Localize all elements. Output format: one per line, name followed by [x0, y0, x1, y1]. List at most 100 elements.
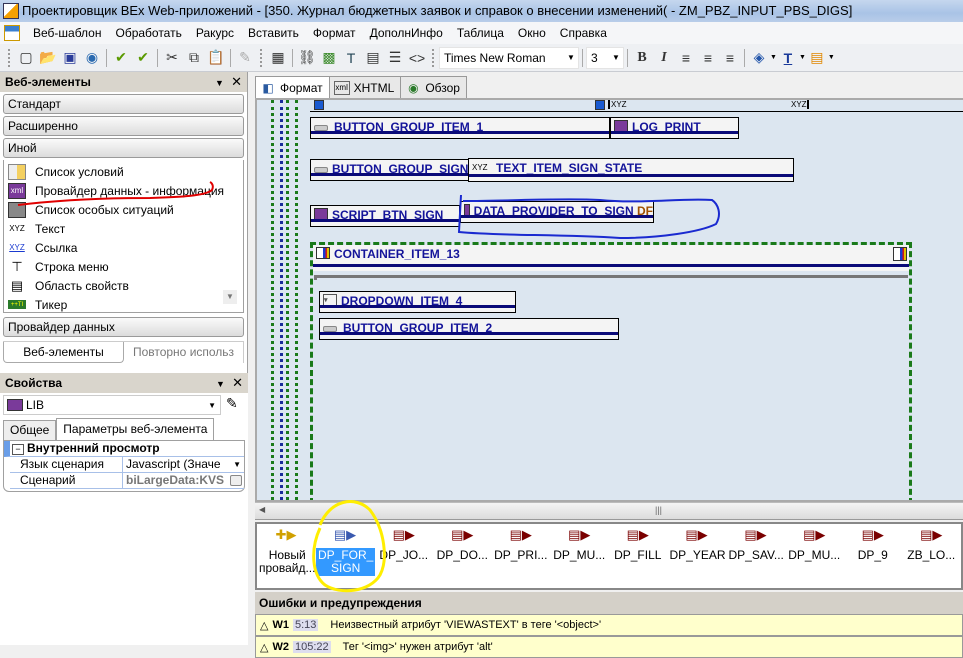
- provider-item[interactable]: ▤▶ DP_MU...: [551, 528, 609, 588]
- provider-item[interactable]: ▤▶ DP_FOR_ SIGN: [316, 528, 376, 588]
- menu-window[interactable]: Окно: [511, 22, 553, 44]
- container-item-13[interactable]: CONTAINER_ITEM_13 ▾ DROPDOWN_ITEM_4 BUTTO…: [310, 242, 912, 500]
- warning-row[interactable]: △ W2 105:22 Тег '<img>' нужен атрибут 'a…: [255, 636, 963, 658]
- provider-item[interactable]: ▤▶ DP_SAV...: [727, 528, 785, 588]
- close-icon[interactable]: ✕: [232, 375, 243, 390]
- warning-position[interactable]: 105:22: [292, 641, 331, 653]
- menu-insert[interactable]: Вставить: [241, 22, 306, 44]
- web-item-button-group-2[interactable]: BUTTON_GROUP_ITEM_2: [319, 318, 619, 340]
- category-data-provider[interactable]: Провайдер данных: [3, 317, 244, 337]
- tab-overview[interactable]: ◉ Обзор: [400, 76, 467, 98]
- validate-icon[interactable]: ✎: [234, 47, 256, 69]
- container-header[interactable]: CONTAINER_ITEM_13: [313, 245, 909, 271]
- toolbar-grip[interactable]: [8, 48, 11, 67]
- list-item[interactable]: ▤ Область свойств: [4, 276, 243, 295]
- copy-icon[interactable]: ⧉: [183, 47, 205, 69]
- provider-item[interactable]: ▤▶ DP_JO...: [375, 528, 433, 588]
- property-row[interactable]: Язык сценария Javascript (Значе ▼: [10, 457, 244, 473]
- selected-element-combo[interactable]: LIB ▼: [3, 395, 221, 415]
- align-left-icon[interactable]: ≡: [675, 47, 697, 69]
- provider-item[interactable]: ▤▶ ZB_LO...: [903, 528, 961, 588]
- provider-item[interactable]: ▤▶ DP_FILL: [609, 528, 667, 588]
- provider-item[interactable]: ▤▶ DP_DO...: [434, 528, 492, 588]
- web-item-script-btn-sign[interactable]: SCRIPT_BTN_SIGN: [310, 205, 460, 227]
- provider-item[interactable]: ▤▶ DP_YEAR: [668, 528, 726, 588]
- list-item[interactable]: ++TI Тикер: [4, 295, 243, 314]
- list-item[interactable]: XYZ Ссылка: [4, 238, 243, 257]
- italic-icon[interactable]: I: [653, 47, 675, 69]
- frame-icon[interactable]: ▤: [362, 47, 384, 69]
- horizontal-scrollbar[interactable]: ◀ |||: [255, 502, 963, 520]
- ellipsis-button[interactable]: [230, 475, 242, 486]
- category-other[interactable]: Иной: [3, 138, 244, 158]
- menu-table[interactable]: Таблица: [450, 22, 511, 44]
- menu-web-template[interactable]: Веб-шаблон: [26, 22, 108, 44]
- web-item-dropdown-4[interactable]: ▾ DROPDOWN_ITEM_4: [319, 291, 516, 313]
- font-size-select[interactable]: 3 ▼: [586, 46, 624, 69]
- check-icon[interactable]: ✔: [110, 47, 132, 69]
- toolbar-grip[interactable]: [260, 48, 263, 67]
- web-item-log-print[interactable]: LOG_PRINT: [610, 117, 739, 139]
- provider-item[interactable]: ▤▶ DP_PRI...: [492, 528, 550, 588]
- publish-icon[interactable]: ◉: [81, 47, 103, 69]
- panel-menu-icon[interactable]: ▼: [216, 379, 225, 389]
- list-item[interactable]: ⊤ Строка меню: [4, 257, 243, 276]
- tab-general[interactable]: Общее: [3, 420, 57, 440]
- warning-position[interactable]: 5:13: [292, 619, 319, 631]
- image-icon[interactable]: ▩: [318, 47, 340, 69]
- panel-menu-icon[interactable]: ▼: [215, 78, 224, 88]
- align-right-icon[interactable]: ≡: [719, 47, 741, 69]
- save-icon[interactable]: ▣: [59, 47, 81, 69]
- tab-xhtml[interactable]: xml XHTML: [328, 76, 402, 98]
- tab-web-elements[interactable]: Веб-элементы: [3, 342, 124, 363]
- list-item[interactable]: XYZ Текст: [4, 219, 243, 238]
- scroll-left-icon[interactable]: ◀: [259, 505, 265, 514]
- document-icon[interactable]: [4, 25, 20, 41]
- table-icon[interactable]: ▦: [267, 47, 289, 69]
- check-all-icon[interactable]: ✔: [132, 47, 154, 69]
- menu-view[interactable]: Ракурс: [189, 22, 241, 44]
- close-icon[interactable]: ✕: [231, 74, 242, 89]
- design-canvas[interactable]: XYZ XYZ BUTTON_GROUP_ITEM_1 LOG_PRINT BU…: [255, 98, 963, 502]
- scroll-thumb-grip[interactable]: |||: [655, 505, 662, 515]
- provider-new[interactable]: ✚▶ Новый провайд...: [257, 528, 315, 588]
- category-advanced[interactable]: Расширенно: [3, 116, 244, 136]
- list-item[interactable]: Список условий: [4, 162, 243, 181]
- property-group[interactable]: − Внутренний просмотр: [4, 441, 244, 457]
- tab-web-item-parameters[interactable]: Параметры веб-элемента: [56, 418, 215, 440]
- chevron-down-icon[interactable]: ▼: [799, 54, 806, 61]
- list-icon[interactable]: ☰: [384, 47, 406, 69]
- tab-reusable[interactable]: Повторно использ: [124, 342, 244, 363]
- menu-edit[interactable]: Обработать: [108, 22, 188, 44]
- web-item-text-sign-state[interactable]: XYZ TEXT_ITEM_SIGN_STATE: [468, 158, 794, 182]
- property-value-dropdown[interactable]: Javascript (Значе ▼: [123, 457, 244, 472]
- web-item-button-group-sign[interactable]: BUTTON_GROUP_SIGN: [310, 159, 469, 181]
- cut-icon[interactable]: ✂: [161, 47, 183, 69]
- bold-icon[interactable]: B: [631, 47, 653, 69]
- fill-color-icon[interactable]: ◈: [748, 47, 770, 69]
- provider-item[interactable]: ▤▶ DP_MU...: [786, 528, 844, 588]
- property-row[interactable]: Сценарий biLargeData:KVS: [10, 473, 244, 489]
- open-icon[interactable]: 📂: [37, 47, 59, 69]
- font-name-select[interactable]: Times New Roman ▼: [439, 46, 579, 69]
- edit-pencil-icon[interactable]: ✎: [226, 395, 238, 412]
- code-icon[interactable]: <>: [406, 47, 428, 69]
- new-icon[interactable]: ▢: [15, 47, 37, 69]
- list-item[interactable]: Список особых ситуаций: [4, 200, 243, 219]
- tab-format[interactable]: ◧ Формат: [255, 76, 330, 98]
- link-icon[interactable]: ⛓: [296, 47, 318, 69]
- align-center-icon[interactable]: ≡: [697, 47, 719, 69]
- list-item[interactable]: xml Провайдер данных - информация: [4, 181, 243, 200]
- menu-format[interactable]: Формат: [306, 22, 363, 44]
- warning-row[interactable]: △ W1 5:13 Неизвестный атрибут 'VIEWASTEX…: [255, 614, 963, 636]
- menu-help[interactable]: Справка: [553, 22, 614, 44]
- font-color-icon[interactable]: T: [777, 47, 799, 69]
- chevron-down-icon[interactable]: ▼: [828, 54, 835, 61]
- highlight-icon[interactable]: ▤: [806, 47, 828, 69]
- scroll-down-button[interactable]: ▼: [223, 290, 237, 304]
- property-value-field[interactable]: biLargeData:KVS: [123, 473, 244, 488]
- paste-icon[interactable]: 📋: [205, 47, 227, 69]
- category-standard[interactable]: Стандарт: [3, 94, 244, 114]
- toolbar-grip[interactable]: [432, 48, 435, 67]
- provider-item[interactable]: ▤▶ DP_9: [844, 528, 902, 588]
